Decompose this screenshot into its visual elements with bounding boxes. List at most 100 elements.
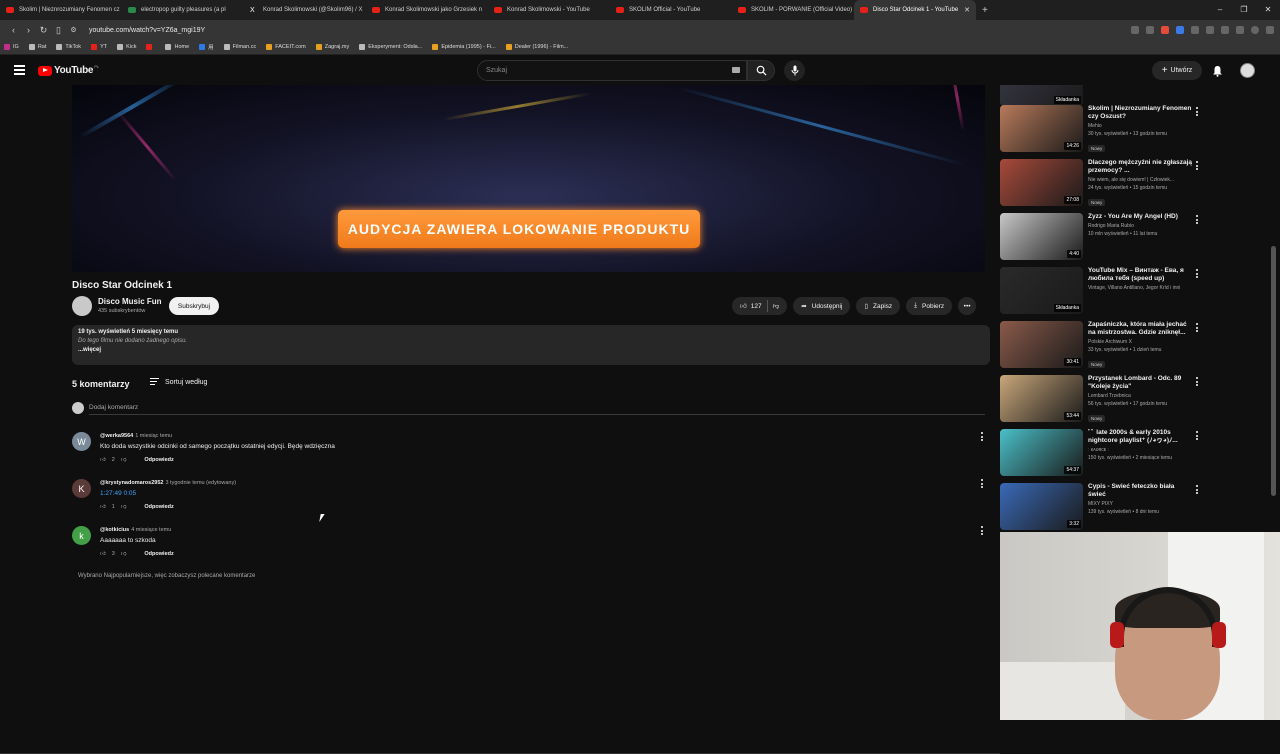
recommended-video[interactable]: 53:44 Przystanek Lombard - Odc. 89 "Kolej… — [1000, 375, 1270, 425]
reply-button[interactable]: Odpowiedz — [144, 504, 173, 510]
reload-icon[interactable]: ↻ — [36, 25, 51, 36]
bookmark[interactable]: Dealer (1996) - Film... — [505, 44, 568, 50]
download-icon[interactable] — [1206, 26, 1214, 34]
more-vertical-icon[interactable] — [1196, 323, 1198, 334]
video-title[interactable]: Zyzz - You Are My Angel (HD) — [1088, 213, 1193, 221]
channel-name[interactable]: Disco Music Fun — [98, 297, 162, 306]
search-input[interactable]: Szukaj — [477, 60, 747, 81]
bookmark[interactable]: FACEIT.com — [266, 44, 306, 50]
more-vertical-icon[interactable] — [1196, 485, 1198, 496]
browser-tab[interactable]: electropop guilty pleasures (a pl — [122, 0, 244, 20]
bookmark[interactable] — [146, 44, 155, 50]
video-title[interactable]: Zapaśniczka, która miała jechać na mistr… — [1088, 321, 1193, 337]
voice-search-button[interactable] — [784, 60, 805, 81]
notifications-bell-icon[interactable] — [1212, 64, 1223, 82]
share-icon[interactable] — [1146, 26, 1154, 34]
bookmark[interactable]: Filman.cc — [223, 44, 256, 50]
comment-time[interactable]: 1 miesiąc temu — [135, 433, 172, 439]
back-icon[interactable]: ‹ — [6, 25, 21, 35]
extension-icon[interactable] — [1176, 26, 1184, 34]
close-tab-icon[interactable]: ✕ — [964, 6, 970, 14]
channel-name[interactable]: Rodrigo Maria Rubio — [1088, 223, 1193, 229]
thumbs-down-icon[interactable]: 👎︎ — [773, 302, 780, 310]
video-title[interactable]: YouTube Mix – Винтаж - Ева, я любила теб… — [1088, 267, 1193, 283]
more-vertical-icon[interactable] — [1196, 431, 1198, 442]
forward-icon[interactable]: › — [21, 25, 36, 35]
commenter-avatar[interactable]: k — [72, 526, 91, 545]
more-actions-button[interactable]: ••• — [958, 297, 977, 315]
share-button[interactable]: ➦ Udostępnij — [793, 297, 851, 315]
reply-button[interactable]: Odpowiedz — [144, 551, 173, 557]
create-button[interactable]: + Utwórz — [1152, 61, 1202, 80]
more-vertical-icon[interactable] — [981, 432, 984, 443]
bookmark[interactable]: Eksperyment: Odsła... — [359, 44, 422, 50]
video-thumbnail[interactable]: 3:32 — [1000, 483, 1083, 530]
video-thumbnail[interactable]: 30:41 — [1000, 321, 1083, 368]
bookmark[interactable]: Zagraj.my — [315, 44, 349, 50]
link-icon[interactable] — [1221, 26, 1229, 34]
download-button[interactable]: ⤓ Pobierz — [906, 297, 953, 315]
save-button[interactable]: ▯ Zapisz — [856, 297, 901, 315]
channel-name[interactable]: Vintage, Villano Antillano, Jegor Kríd i… — [1088, 285, 1193, 291]
thumbs-down-icon[interactable]: 👎︎ — [121, 551, 127, 557]
cast-icon[interactable] — [1131, 26, 1139, 34]
bookmark[interactable]: Epidemia (1995) - Fi... — [432, 44, 496, 50]
recommended-video[interactable]: 14:26 Skolim | Niezrozumiany Fenomen czy … — [1000, 105, 1270, 155]
browser-tab[interactable]: Konrad Skolimowski jako Grzesiek n — [366, 0, 488, 20]
browser-tab[interactable]: SKOLIM - PORWANIE (Official Video) — [732, 0, 854, 20]
browser-tab-active[interactable]: Disco Star Odcinek 1 - YouTube ✕ — [854, 0, 976, 20]
recommended-video[interactable]: 30:41 Zapaśniczka, która miała jechać na … — [1000, 321, 1270, 371]
bookmark[interactable]: Rat — [28, 44, 46, 50]
close-window-icon[interactable]: ✕ — [1256, 0, 1280, 20]
recommended-video[interactable]: 3:32 Cypis - Świeć feteczko biała świeć MI… — [1000, 483, 1270, 532]
browser-tab[interactable]: X Konrad Skolimowski (@Skolim96) / X — [244, 0, 366, 20]
show-more-link[interactable]: ...więcej — [78, 347, 984, 353]
video-thumbnail[interactable]: Składanka — [1000, 85, 1083, 106]
more-vertical-icon[interactable] — [981, 526, 984, 537]
maximize-icon[interactable]: ❐ — [1232, 0, 1256, 20]
channel-name[interactable]: Mehio — [1088, 123, 1193, 129]
thumbs-up-icon[interactable]: 👍︎ — [100, 504, 106, 510]
recommended-video[interactable]: 54:37 ﾟﾟ late 2000s & early 2010s nightco… — [1000, 429, 1270, 479]
site-info-icon[interactable]: ⚙ — [66, 26, 81, 34]
description-box[interactable]: 19 tys. wyświetleń 5 miesięcy temu Do te… — [72, 325, 990, 365]
channel-name[interactable]: ː ᴋᴀᴜʀᴄᴇ ː — [1088, 447, 1193, 453]
hamburger-menu-icon[interactable] — [14, 65, 25, 77]
more-vertical-icon[interactable] — [1196, 215, 1198, 226]
new-tab-button[interactable]: + — [982, 5, 988, 16]
thumbs-down-icon[interactable]: 👎︎ — [121, 504, 127, 510]
bookmark[interactable]: 用 — [199, 43, 214, 51]
video-title[interactable]: Przystanek Lombard - Odc. 89 "Koleje życ… — [1088, 375, 1193, 391]
puzzle-icon[interactable] — [1191, 26, 1199, 34]
profile-icon[interactable] — [1251, 26, 1259, 34]
bookmark[interactable]: TikTok — [56, 44, 81, 50]
video-thumbnail[interactable]: 27:08 — [1000, 159, 1083, 206]
video-thumbnail[interactable]: Składanka — [1000, 267, 1083, 314]
recommended-video[interactable]: Składanka YouTube Mix – Винтаж - Ева, я л… — [1000, 267, 1270, 317]
commenter-avatar[interactable]: W — [72, 432, 91, 451]
video-thumbnail[interactable]: 4:40 — [1000, 213, 1083, 260]
bookmark[interactable]: IG — [4, 44, 19, 50]
recommended-video[interactable]: 4:40 Zyzz - You Are My Angel (HD) Rodrigo … — [1000, 213, 1270, 263]
comment-timestamp-link[interactable]: 1:27:49 0:05 — [100, 490, 136, 497]
thumbs-down-icon[interactable]: 👎︎ — [121, 457, 127, 463]
minimize-icon[interactable]: – — [1208, 0, 1232, 20]
keyboard-icon[interactable] — [732, 67, 740, 73]
bookmark[interactable]: Kick — [117, 44, 136, 50]
channel-avatar[interactable] — [72, 296, 92, 316]
like-button[interactable]: 👍︎ 127 — [740, 302, 762, 311]
scrollbar[interactable] — [1271, 246, 1276, 496]
thumbs-up-icon[interactable]: 👍︎ — [100, 457, 106, 463]
more-vertical-icon[interactable] — [1196, 269, 1198, 280]
more-vertical-icon[interactable] — [1196, 107, 1198, 118]
recommended-video[interactable]: 27:08 Dlaczego mężczyźni nie zgłaszają pr… — [1000, 159, 1270, 209]
commenter-avatar[interactable]: K — [72, 479, 91, 498]
more-vertical-icon[interactable] — [1196, 377, 1198, 388]
browser-tab[interactable]: Konrad Skolimowski - YouTube — [488, 0, 610, 20]
media-icon[interactable] — [1236, 26, 1244, 34]
video-title[interactable]: Cypis - Świeć feteczko biała świeć — [1088, 483, 1193, 499]
video-thumbnail[interactable]: 53:44 — [1000, 375, 1083, 422]
video-title[interactable]: Skolim | Niezrozumiany Fenomen czy Oszus… — [1088, 105, 1193, 121]
video-thumbnail[interactable]: 54:37 — [1000, 429, 1083, 476]
video-player[interactable]: AUDYCJA ZAWIERA LOKOWANIE PRODUKTU — [72, 85, 985, 272]
